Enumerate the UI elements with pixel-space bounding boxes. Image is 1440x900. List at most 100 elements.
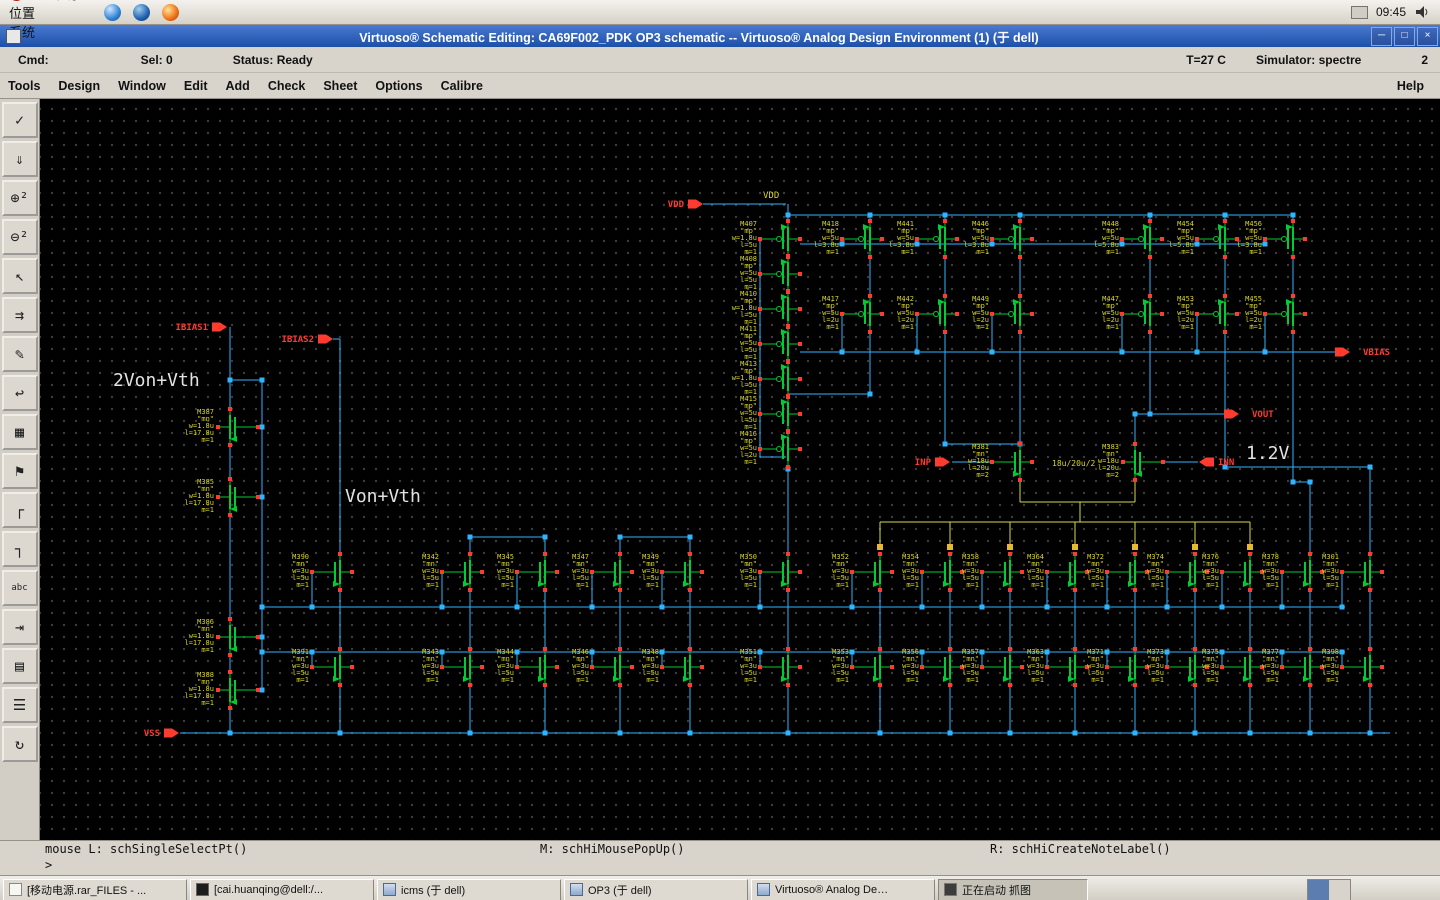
pin-vdd[interactable]: VDD <box>668 199 703 211</box>
menu-tools[interactable]: Tools <box>0 77 48 95</box>
transistor-M351[interactable]: M351"mn"w=3ul=5um=1 <box>740 647 802 687</box>
tool-repeat[interactable]: ⚑ <box>1 453 38 489</box>
transistor-M413[interactable]: M413"mp"w=1.8ul=5um=1 <box>732 359 802 399</box>
transistor-M441[interactable]: M441"mp"w=5ul=3.8um=1 <box>889 219 959 259</box>
pin-vbias[interactable]: VBIAS <box>1335 347 1390 359</box>
pin-vss[interactable]: VSS <box>144 728 179 740</box>
tool-undo[interactable]: ↩ <box>1 375 38 411</box>
transistor-M356[interactable]: M356"mn"w=3ul=5um=1 <box>902 647 964 687</box>
transistor-M408[interactable]: M408"mp"w=5ul=5um=1 <box>740 254 802 294</box>
tray-monitor-icon[interactable] <box>1350 5 1368 19</box>
transistor-M372[interactable]: M372"mn"w=3ul=5um=1 <box>1087 552 1149 592</box>
menu-options[interactable]: Options <box>367 77 430 95</box>
transistor-M416[interactable]: M416"mp"w=5ul=2um=1 <box>740 429 802 469</box>
workspace-1[interactable] <box>1308 879 1329 900</box>
transistor-M364[interactable]: M364"mn"w=3ul=5um=1 <box>1027 552 1089 592</box>
browser-icon[interactable] <box>104 3 122 21</box>
transistor-M378[interactable]: M378"mn"w=3ul=5um=1 <box>1262 552 1324 592</box>
transistor-M418[interactable]: M418"mp"w=5ul=3.8um=1 <box>814 219 884 259</box>
pin-ibias1[interactable]: IBIAS1 <box>175 322 227 334</box>
tool-stretch[interactable]: ↖ <box>1 258 38 294</box>
menu-add[interactable]: Add <box>218 77 258 95</box>
transistor-M375[interactable]: M375"mn"w=3ul=5um=1 <box>1202 647 1264 687</box>
transistor-M417[interactable]: M417"mp"w=5ul=2um=1 <box>822 294 884 334</box>
transistor-M447[interactable]: M447"mp"w=5ul=2um=1 <box>1102 294 1164 334</box>
taskbar-screenshot[interactable]: 正在启动 抓图 <box>938 878 1088 900</box>
transistor-M350[interactable]: M350"mn"w=3ul=5um=1 <box>740 552 802 592</box>
transistor-M354[interactable]: M354"mn"w=3ul=5um=1 <box>902 552 964 592</box>
transistor-M373[interactable]: M373"mn"w=3ul=5um=1 <box>1147 647 1209 687</box>
tool-pin[interactable]: ⇥ <box>1 609 38 645</box>
transistor-M371[interactable]: M371"mn"w=3ul=5um=1 <box>1087 647 1149 687</box>
transistor-M388[interactable]: M388"mn"w=1.8ul=17.8um=1 <box>184 670 260 710</box>
clock[interactable]: 09:45 <box>1376 5 1406 19</box>
tool-copy[interactable]: ⇉ <box>1 297 38 333</box>
pin-inp[interactable]: INP <box>915 457 950 469</box>
transistor-M345[interactable]: M345"mn"w=3ul=5um=1 <box>497 552 559 592</box>
firefox-icon[interactable] <box>162 3 180 21</box>
schematic-svg[interactable]: M418"mp"w=5ul=3.8um=1 M417"mp"w=5ul=2um=1… <box>40 99 1440 840</box>
transistor-M348[interactable]: M348"mn"w=3ul=5um=1 <box>642 647 704 687</box>
transistor-M386[interactable]: M386"mn"w=1.8ul=17.8um=1 <box>184 617 260 657</box>
transistor-M363[interactable]: M363"mn"w=3ul=5um=1 <box>1027 647 1089 687</box>
maximize-button[interactable]: □ <box>1394 26 1415 46</box>
transistor-M448[interactable]: M448"mp"w=5ul=5.8um=1 <box>1094 219 1164 259</box>
close-button[interactable]: × <box>1417 26 1438 46</box>
menu-check[interactable]: Check <box>260 77 314 95</box>
help-browser-icon[interactable] <box>133 3 151 21</box>
tool-zoom-in[interactable]: ⊕² <box>1 180 38 216</box>
tool-note[interactable]: ▤ <box>1 648 38 684</box>
transistor-M456[interactable]: M456"mp"w=5ul=3.8um=1 <box>1237 219 1307 259</box>
pin-vout[interactable]: VOUT <box>1224 409 1274 421</box>
transistor-M411[interactable]: M411"mp"w=5ul=5um=1 <box>740 324 802 364</box>
workspace-switcher[interactable] <box>1307 878 1351 900</box>
transistor-M407[interactable]: M407"mp"w=1.8ul=5um=1 <box>732 219 802 259</box>
pin-inn[interactable]: INN <box>1199 457 1234 469</box>
workspace-2[interactable] <box>1329 879 1350 900</box>
menu-design[interactable]: Design <box>50 77 108 95</box>
transistor-M374[interactable]: M374"mn"w=3ul=5um=1 <box>1147 552 1209 592</box>
menu-help[interactable]: Help <box>1383 77 1438 95</box>
tool-wire-wide[interactable]: ┌ <box>1 492 38 528</box>
prompt-bar[interactable]: > <box>0 858 1440 875</box>
transistor-M385[interactable]: M385"mn"w=1.8ul=17.8um=1 <box>184 477 260 517</box>
menu-window[interactable]: Window <box>110 77 174 95</box>
transistor-M442[interactable]: M442"mp"w=5ul=2um=1 <box>897 294 959 334</box>
minimize-button[interactable]: ─ <box>1371 26 1392 46</box>
tool-command[interactable]: ☰ <box>1 687 38 723</box>
transistor-M415[interactable]: M415"mp"w=5ul=5um=1 <box>740 394 802 434</box>
schematic-canvas[interactable]: M418 "mp" w=5u l=3.8u m=1 M417 "mp" w=5u l=2u m=1… <box>40 99 1440 840</box>
transistor-M353[interactable]: M353"mn"w=3ul=5um=1 <box>832 647 894 687</box>
transistor-M349[interactable]: M349"mn"w=3ul=5um=1 <box>642 552 704 592</box>
transistor-M301[interactable]: M301"mn"w=3ul=5um=1 <box>1322 552 1384 592</box>
tool-label[interactable]: abc <box>1 570 38 606</box>
transistor-M449[interactable]: M449"mp"w=5ul=2um=1 <box>972 294 1034 334</box>
transistor-M376[interactable]: M376"mn"w=3ul=5um=1 <box>1202 552 1264 592</box>
transistor-M410[interactable]: M410"mp"w=1.8ul=5um=1 <box>732 289 802 329</box>
transistor-M455[interactable]: M455"mp"w=5ul=2um=1 <box>1245 294 1307 334</box>
pin-ibias2[interactable]: IBIAS2 <box>281 334 333 346</box>
transistor-M357[interactable]: M357"mn"w=3ul=5um=1 <box>962 647 1024 687</box>
transistor-M454[interactable]: M454"mp"w=5ul=5.8um=1 <box>1169 219 1239 259</box>
transistor-M352[interactable]: M352"mn"w=3ul=5um=1 <box>832 552 894 592</box>
transistor-M347[interactable]: M347"mn"w=3ul=5um=1 <box>572 552 634 592</box>
panel-menu-places[interactable]: 位置 <box>0 3 90 22</box>
transistor-M381[interactable]: M381"mn"w=18ul=20um=2 <box>968 442 1034 482</box>
tool-wire-narrow[interactable]: ┐ <box>1 531 38 567</box>
taskbar-icms[interactable]: icms (于 dell) <box>377 878 561 900</box>
taskbar-op3[interactable]: OP3 (于 dell) <box>564 878 748 900</box>
transistor-M453[interactable]: M453"mp"w=5ul=2um=1 <box>1177 294 1239 334</box>
titlebar[interactable]: Virtuoso® Schematic Editing: CA69F002_PD… <box>0 25 1440 47</box>
transistor-M383[interactable]: M383"mn"w=18ul=20um=2 <box>1098 442 1165 482</box>
taskbar-archive[interactable]: [移动电源.rar_FILES - ... <box>3 878 187 900</box>
transistor-M377[interactable]: M377"mn"w=3ul=5um=1 <box>1262 647 1324 687</box>
transistor-M446[interactable]: M446"mp"w=5ul=3.8um=1 <box>964 219 1034 259</box>
transistor-M343[interactable]: M343"mn"w=3ul=5um=1 <box>422 647 484 687</box>
transistor-M342[interactable]: M342"mn"w=3ul=5um=1 <box>422 552 484 592</box>
menu-sheet[interactable]: Sheet <box>315 77 365 95</box>
menu-calibre[interactable]: Calibre <box>433 77 491 95</box>
tool-save[interactable]: ⇓ <box>1 141 38 177</box>
transistor-M391[interactable]: M391"mn"w=3ul=5um=1 <box>292 647 354 687</box>
menu-edit[interactable]: Edit <box>176 77 216 95</box>
taskbar-virtuoso[interactable]: Virtuoso® Analog De… <box>751 878 935 900</box>
